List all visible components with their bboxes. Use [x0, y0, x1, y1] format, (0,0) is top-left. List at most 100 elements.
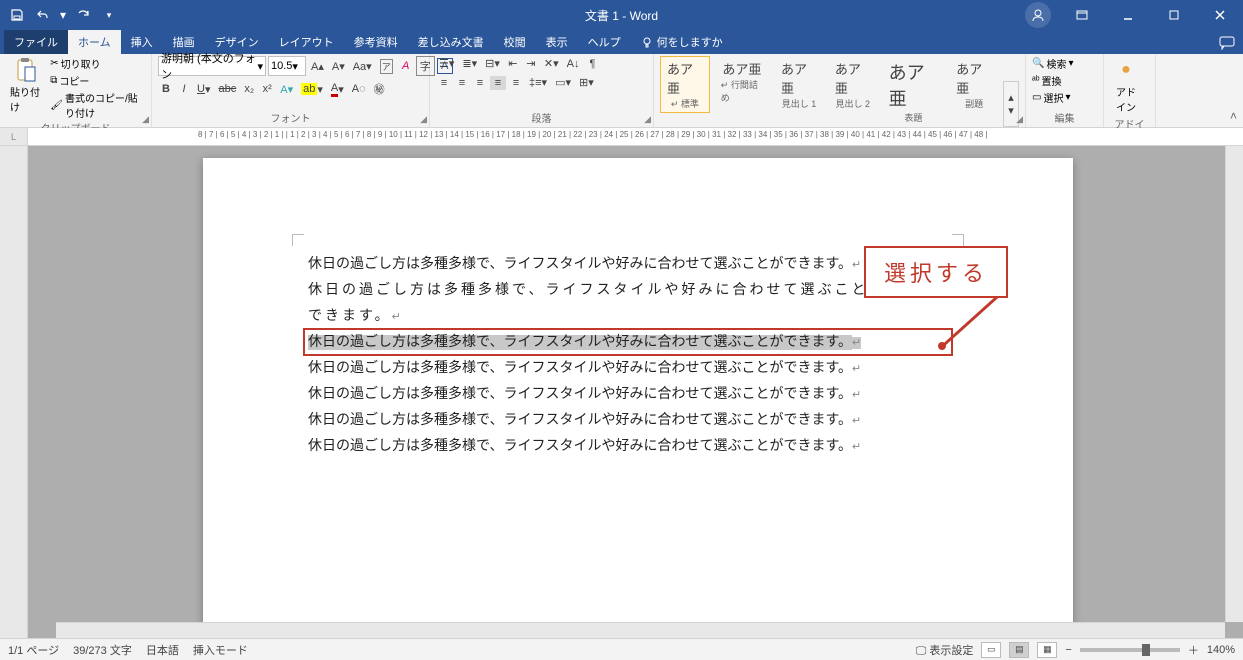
clear-formatting-button[interactable]: A	[398, 59, 414, 73]
page[interactable]: 休日の過ごし方は多種多様で、ライフスタイルや好みに合わせて選ぶことができます。↵…	[203, 158, 1073, 638]
decrease-indent-button[interactable]: ⇤	[505, 56, 521, 71]
text-effects-button[interactable]: A▾	[277, 82, 296, 97]
addins-button[interactable]: ● アド イン	[1110, 56, 1142, 116]
distribute-button[interactable]: ≡	[508, 76, 524, 90]
font-name-select[interactable]: 游明朝 (本文のフォン▾	[158, 56, 266, 76]
tab-insert[interactable]: 挿入	[121, 30, 163, 54]
strikethrough-button[interactable]: abc	[215, 82, 239, 96]
horizontal-scrollbar[interactable]	[56, 622, 1225, 638]
italic-button[interactable]: I	[176, 82, 192, 96]
select-button[interactable]: ▭選択▾	[1032, 90, 1073, 105]
align-center-button[interactable]: ≡	[454, 76, 470, 90]
tab-layout[interactable]: レイアウト	[269, 30, 344, 54]
shrink-font-button[interactable]: A▾	[329, 59, 348, 74]
collapse-ribbon-icon[interactable]: ˄	[1230, 109, 1237, 123]
align-left-button[interactable]: ≡	[436, 76, 452, 90]
close-icon[interactable]	[1197, 0, 1243, 30]
style-subtitle[interactable]: あア亜 副題	[949, 56, 999, 113]
vertical-scrollbar[interactable]	[1225, 146, 1243, 622]
document-body[interactable]: 休日の過ごし方は多種多様で、ライフスタイルや好みに合わせて選ぶことができます。↵…	[308, 252, 948, 460]
text-direction-button[interactable]: ✕▾	[541, 56, 562, 71]
zoom-slider-thumb[interactable]	[1142, 644, 1150, 656]
redo-icon[interactable]	[72, 4, 94, 26]
insert-mode[interactable]: 挿入モード	[193, 642, 248, 658]
tab-help[interactable]: ヘルプ	[578, 30, 631, 54]
read-mode-button[interactable]: ▭	[981, 642, 1001, 658]
increase-indent-button[interactable]: ⇥	[523, 56, 539, 71]
line-spacing-button[interactable]: ‡≡▾	[526, 75, 550, 90]
vertical-ruler[interactable]	[0, 146, 28, 638]
paste-button[interactable]: 貼り付け	[6, 56, 46, 116]
highlight-button[interactable]: ab▾	[298, 82, 326, 97]
find-button[interactable]: 🔍検索▾	[1032, 56, 1073, 71]
word-count[interactable]: 39/273 文字	[73, 642, 132, 658]
copy-button[interactable]: ⧉ コピー	[50, 73, 145, 88]
enclose-combined-button[interactable]: ㊙	[371, 80, 388, 98]
qat-customize-icon[interactable]: ▾	[98, 4, 120, 26]
doc-line-7[interactable]: 休日の過ごし方は多種多様で、ライフスタイルや好みに合わせて選ぶことができます。↵	[308, 434, 948, 460]
numbering-button[interactable]: ≣▾	[459, 56, 480, 71]
styles-launcher-icon[interactable]: ◢	[1016, 114, 1023, 125]
language-status[interactable]: 日本語	[146, 642, 179, 658]
undo-dropdown-icon[interactable]: ▾	[58, 4, 68, 26]
paragraph-launcher-icon[interactable]: ◢	[644, 114, 651, 125]
zoom-out-button[interactable]: −	[1065, 644, 1071, 656]
style-normal[interactable]: あア亜 ↵ 標準	[660, 56, 710, 113]
zoom-in-button[interactable]: ＋	[1188, 642, 1199, 658]
cut-button[interactable]: ✂ 切り取り	[50, 56, 145, 71]
print-layout-button[interactable]: ▤	[1009, 642, 1029, 658]
char-shading-button[interactable]: A◌	[349, 82, 369, 96]
format-painter-button[interactable]: 🖌 書式のコピー/貼り付け	[50, 90, 145, 120]
style-heading2[interactable]: あア亜 見出し 2	[828, 56, 878, 113]
doc-line-2b[interactable]: できます。↵	[308, 304, 948, 330]
tab-file[interactable]: ファイル	[4, 30, 68, 54]
align-right-button[interactable]: ≡	[472, 76, 488, 90]
shading-button[interactable]: ▭▾	[552, 75, 574, 90]
save-icon[interactable]	[6, 4, 28, 26]
grow-font-button[interactable]: A▴	[308, 59, 327, 74]
phonetic-guide-button[interactable]: ア	[377, 58, 396, 75]
subscript-button[interactable]: x₂	[241, 82, 257, 96]
clipboard-launcher-icon[interactable]: ◢	[142, 114, 149, 125]
doc-line-2a[interactable]: 休日の過ごし方は多種多様で、ライフスタイルや好みに合わせて選ぶことが	[308, 278, 948, 304]
superscript-button[interactable]: x²	[259, 82, 275, 96]
doc-line-4[interactable]: 休日の過ごし方は多種多様で、ライフスタイルや好みに合わせて選ぶことができます。↵	[308, 356, 948, 382]
underline-button[interactable]: U▾	[194, 82, 213, 97]
bold-button[interactable]: B	[158, 82, 174, 96]
tab-home[interactable]: ホーム	[68, 30, 121, 54]
tab-mailings[interactable]: 差し込み文書	[408, 30, 494, 54]
document-area[interactable]: 休日の過ごし方は多種多様で、ライフスタイルや好みに合わせて選ぶことができます。↵…	[28, 146, 1243, 638]
maximize-icon[interactable]	[1151, 0, 1197, 30]
doc-line-1[interactable]: 休日の過ごし方は多種多様で、ライフスタイルや好みに合わせて選ぶことができます。↵	[308, 252, 948, 278]
borders-button[interactable]: ⊞▾	[576, 75, 597, 90]
style-heading1[interactable]: あア亜 見出し 1	[774, 56, 824, 113]
ribbon-display-options-icon[interactable]	[1059, 0, 1105, 30]
zoom-slider[interactable]	[1080, 648, 1180, 652]
replace-button[interactable]: ᵃᵇ置換	[1032, 73, 1073, 88]
tab-review[interactable]: 校閲	[494, 30, 536, 54]
font-size-select[interactable]: 10.5▾	[268, 56, 306, 76]
minimize-icon[interactable]	[1105, 0, 1151, 30]
doc-line-6[interactable]: 休日の過ごし方は多種多様で、ライフスタイルや好みに合わせて選ぶことができます。↵	[308, 408, 948, 434]
display-settings-button[interactable]: 🖵 表示設定	[916, 642, 974, 658]
tell-me-search[interactable]: 何をしますか	[631, 30, 733, 54]
doc-line-3-selected[interactable]: 休日の過ごし方は多種多様で、ライフスタイルや好みに合わせて選ぶことができます。↵	[308, 330, 948, 356]
horizontal-ruler[interactable]: L 8 | 7 | 6 | 5 | 4 | 3 | 2 | 1 | | 1 | …	[0, 128, 1243, 146]
tab-references[interactable]: 参考資料	[344, 30, 408, 54]
show-marks-button[interactable]: ¶	[584, 57, 600, 71]
font-color-button[interactable]: A▾	[328, 81, 347, 98]
style-title[interactable]: あア亜 表題	[882, 56, 946, 127]
page-count[interactable]: 1/1 ページ	[8, 642, 59, 658]
justify-button[interactable]: ≡	[490, 76, 506, 90]
multilevel-list-button[interactable]: ⊟▾	[482, 56, 503, 71]
sort-button[interactable]: A↓	[564, 57, 583, 71]
account-icon[interactable]	[1025, 2, 1051, 28]
style-no-spacing[interactable]: あア亜 ↵ 行間詰め	[714, 56, 770, 107]
web-layout-button[interactable]: ▦	[1037, 642, 1057, 658]
tab-view[interactable]: 表示	[536, 30, 578, 54]
zoom-level[interactable]: 140%	[1207, 644, 1235, 656]
doc-line-5[interactable]: 休日の過ごし方は多種多様で、ライフスタイルや好みに合わせて選ぶことができます。↵	[308, 382, 948, 408]
comments-icon[interactable]	[1219, 36, 1235, 50]
font-launcher-icon[interactable]: ◢	[420, 114, 427, 125]
bullets-button[interactable]: ☰▾	[436, 56, 457, 71]
